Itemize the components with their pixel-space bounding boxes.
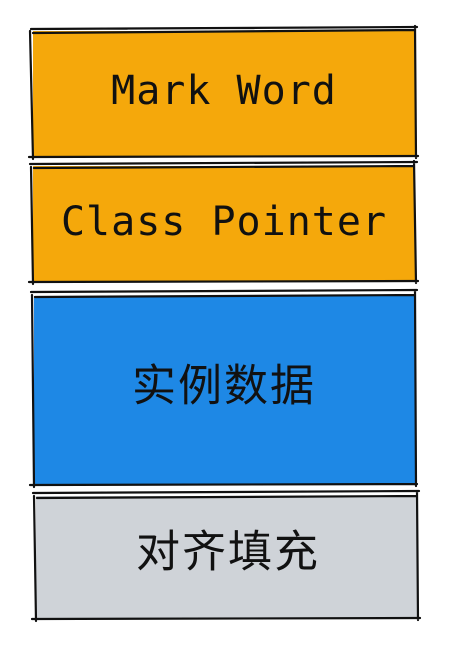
- instance-data-block: 实例数据: [28, 288, 419, 489]
- object-memory-layout-diagram: Mark Word Class Pointer 实例数据 对齐填充: [27, 24, 422, 623]
- mark-word-label: Mark Word: [111, 68, 337, 114]
- class-pointer-block: Class Pointer: [27, 159, 420, 286]
- instance-data-label: 实例数据: [132, 361, 316, 412]
- class-pointer-label: Class Pointer: [61, 199, 387, 245]
- mark-word-block: Mark Word: [27, 24, 420, 161]
- padding-label: 对齐填充: [136, 527, 320, 578]
- padding-block: 对齐填充: [30, 489, 422, 623]
